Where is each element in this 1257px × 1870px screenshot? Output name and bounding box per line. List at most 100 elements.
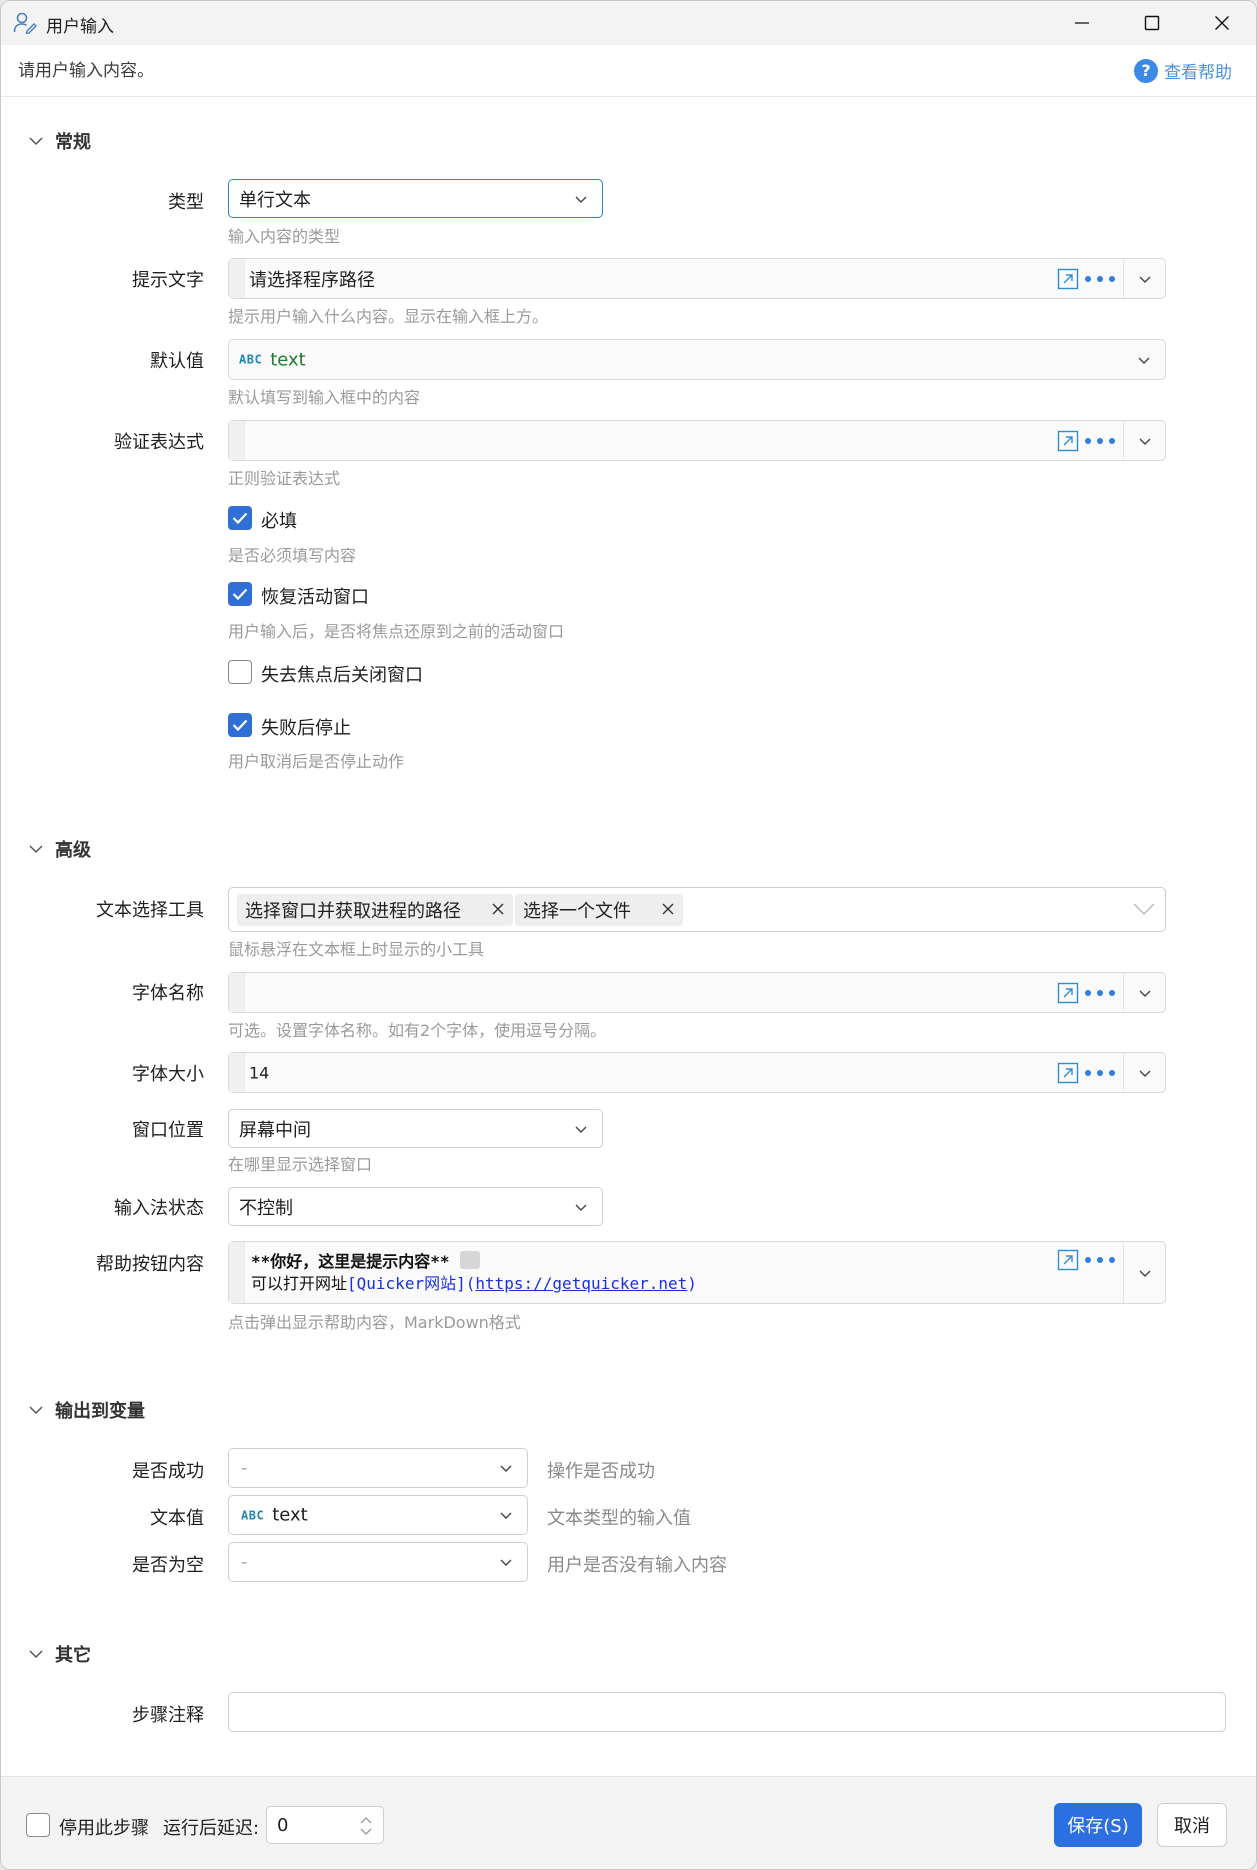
- section-general-header[interactable]: 常规: [29, 128, 91, 154]
- check-icon: [232, 719, 248, 732]
- type-select[interactable]: 单行文本: [228, 179, 603, 218]
- tag-chip: 选择窗口并获取进程的路径: [237, 894, 513, 926]
- open-editor-icon[interactable]: [1057, 1249, 1079, 1271]
- window-pos-label: 窗口位置: [132, 1120, 204, 1141]
- remove-tag-icon[interactable]: [661, 902, 675, 916]
- chevron-down-icon: [500, 1559, 512, 1566]
- check-icon: [232, 512, 248, 525]
- chevron-down-icon: [1139, 990, 1151, 997]
- delay-value: 0: [277, 1815, 289, 1836]
- output-success-value: -: [241, 1457, 248, 1479]
- font-size-label: 字体大小: [132, 1064, 204, 1085]
- remove-tag-icon[interactable]: [491, 902, 505, 916]
- dialog-footer: 停用此步骤 运行后延迟: 0 保存(S) 取消: [1, 1776, 1256, 1869]
- tag-label: 选择窗口并获取进程的路径: [245, 901, 461, 922]
- default-label: 默认值: [150, 351, 204, 372]
- validation-dropdown-button[interactable]: [1123, 421, 1165, 460]
- chevron-down-icon: [29, 1650, 43, 1659]
- stop-on-fail-checkbox[interactable]: [228, 713, 252, 737]
- maximize-button[interactable]: [1117, 1, 1187, 45]
- cancel-button[interactable]: 取消: [1157, 1803, 1227, 1847]
- default-value: ABC text: [239, 349, 306, 370]
- markdown-link-url[interactable]: https://getquicker.net: [475, 1274, 687, 1293]
- section-advanced-header[interactable]: 高级: [29, 836, 91, 862]
- section-general-title: 常规: [55, 132, 91, 153]
- close-icon: [1215, 16, 1229, 30]
- more-icon[interactable]: [1085, 430, 1115, 452]
- more-icon[interactable]: [1085, 1249, 1115, 1271]
- output-empty-label: 是否为空: [132, 1555, 204, 1576]
- more-icon[interactable]: [1085, 268, 1115, 290]
- restore-window-hint: 用户输入后，是否将焦点还原到之前的活动窗口: [228, 622, 565, 641]
- font-name-field[interactable]: [228, 972, 1166, 1013]
- save-button[interactable]: 保存(S): [1054, 1803, 1142, 1847]
- chevron-down-icon: [1138, 357, 1150, 364]
- chevron-down-icon: [1139, 1270, 1151, 1277]
- disable-step-checkbox[interactable]: [26, 1813, 50, 1837]
- delay-stepper[interactable]: 0: [266, 1806, 384, 1844]
- font-name-label: 字体名称: [132, 983, 204, 1004]
- type-hint: 输入内容的类型: [228, 227, 341, 246]
- font-size-field[interactable]: 14: [228, 1052, 1166, 1093]
- close-on-blur-checkbox[interactable]: [228, 660, 252, 684]
- open-editor-icon[interactable]: [1057, 430, 1079, 452]
- font-name-dropdown-button[interactable]: [1123, 973, 1165, 1012]
- stop-on-fail-label: 失败后停止: [261, 718, 351, 739]
- description-bar: 请用户输入内容。: [1, 45, 1256, 97]
- text-type-badge: ABC: [241, 1508, 265, 1522]
- prompt-field[interactable]: 请选择程序路径: [228, 258, 1166, 299]
- type-label: 类型: [168, 192, 204, 213]
- chevron-down-icon: [500, 1512, 512, 1519]
- field-strip: [229, 259, 245, 298]
- output-empty-select[interactable]: -: [228, 1542, 528, 1582]
- more-icon[interactable]: [1085, 982, 1115, 1004]
- minimize-button[interactable]: [1047, 1, 1117, 45]
- default-dropdown-button[interactable]: [1123, 340, 1165, 379]
- required-label: 必填: [261, 511, 297, 532]
- section-other-header[interactable]: 其它: [29, 1641, 91, 1667]
- spinner-arrows-icon[interactable]: [359, 1815, 373, 1837]
- minimize-icon: [1075, 22, 1089, 24]
- font-size-dropdown-button[interactable]: [1123, 1053, 1165, 1092]
- open-editor-icon[interactable]: [1057, 1062, 1079, 1084]
- prompt-hint: 提示用户输入什么内容。显示在输入框上方。: [228, 307, 549, 326]
- chevron-down-icon[interactable]: [1133, 901, 1155, 917]
- prompt-dropdown-button[interactable]: [1123, 259, 1165, 298]
- question-icon: ?: [1134, 58, 1158, 83]
- help-content-dropdown-button[interactable]: [1123, 1242, 1165, 1303]
- window-pos-select[interactable]: 屏幕中间: [228, 1109, 603, 1148]
- tag-chip: 选择一个文件: [515, 894, 683, 926]
- more-icon[interactable]: [1085, 1062, 1115, 1084]
- close-button[interactable]: [1187, 1, 1256, 45]
- help-content-hint: 点击弹出显示帮助内容，MarkDown格式: [228, 1313, 521, 1332]
- help-content-field[interactable]: **你好，这里是提示内容** 可以打开网址[Quicker网站](https:/…: [228, 1241, 1166, 1304]
- open-editor-icon[interactable]: [1057, 268, 1079, 290]
- chevron-down-icon: [500, 1465, 512, 1472]
- validation-field[interactable]: [228, 420, 1166, 461]
- prompt-value: 请选择程序路径: [249, 269, 375, 291]
- chevron-down-icon: [1139, 276, 1151, 283]
- field-strip: [229, 421, 245, 460]
- step-note-input[interactable]: [228, 1692, 1226, 1732]
- open-editor-icon[interactable]: [1057, 982, 1079, 1004]
- output-text-select[interactable]: ABC text: [228, 1495, 528, 1535]
- output-text-value-text: text: [272, 1504, 308, 1526]
- close-on-blur-label: 失去焦点后关闭窗口: [261, 665, 423, 686]
- ime-state-select[interactable]: 不控制: [228, 1187, 603, 1226]
- restore-window-checkbox[interactable]: [228, 582, 252, 606]
- disable-step-label: 停用此步骤: [59, 1818, 149, 1839]
- section-output-header[interactable]: 输出到变量: [29, 1397, 145, 1423]
- required-checkbox[interactable]: [228, 506, 252, 530]
- font-size-value: 14: [249, 1063, 270, 1082]
- validation-label: 验证表达式: [114, 432, 204, 453]
- help-link-label: 查看帮助: [1164, 63, 1232, 83]
- output-empty-hint: 用户是否没有输入内容: [547, 1555, 727, 1576]
- output-success-select[interactable]: -: [228, 1448, 528, 1488]
- output-success-label: 是否成功: [132, 1461, 204, 1482]
- help-content-line1: **你好，这里是提示内容**: [251, 1248, 480, 1272]
- text-tools-select[interactable]: 选择窗口并获取进程的路径 选择一个文件: [228, 887, 1166, 932]
- help-link[interactable]: ? 查看帮助: [1134, 58, 1232, 83]
- default-value-text: text: [270, 349, 306, 370]
- default-hint: 默认填写到输入框中的内容: [228, 388, 421, 407]
- default-field[interactable]: ABC text: [228, 339, 1166, 380]
